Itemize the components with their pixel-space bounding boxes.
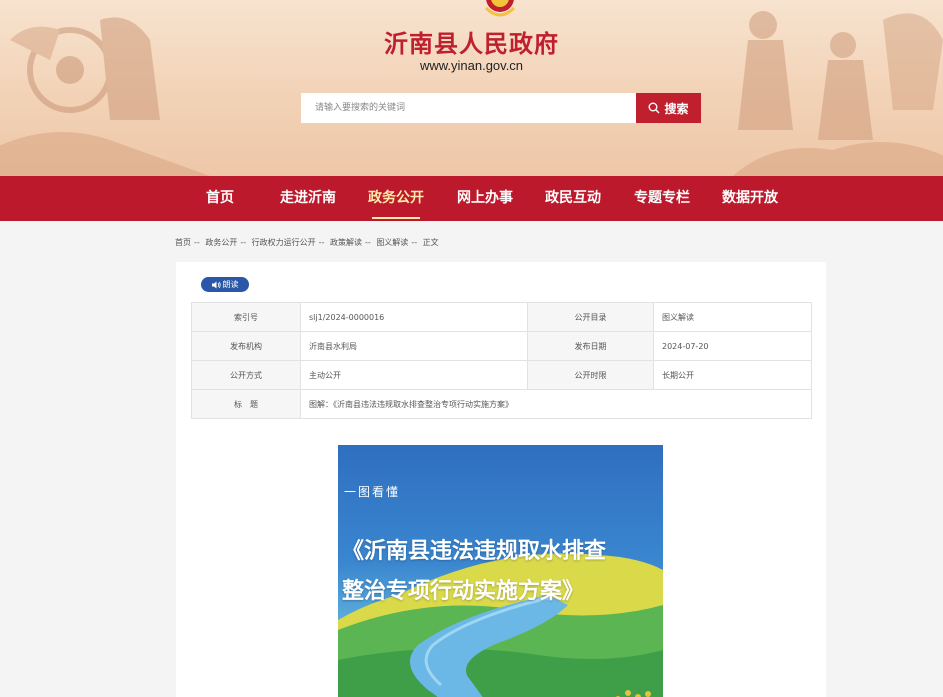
read-aloud-button[interactable]: 朗读 [201, 277, 249, 292]
table-row: 公开方式 主动公开 公开时限 长期公开 [191, 360, 812, 390]
site-title: 沂南县人民政府 [384, 29, 559, 58]
nav-item-topics[interactable]: 专题专栏 [622, 176, 702, 221]
breadcrumb-current: 正文 [422, 238, 439, 247]
breadcrumb-policy-interpretation[interactable]: 政策解读 [330, 238, 362, 247]
search-button[interactable]: 搜索 [636, 93, 701, 123]
title-value: 图解：《沂南县违法违规取水排查整治专项行动实施方案》 [300, 389, 812, 419]
breadcrumb: 首页 -- 政务公开 -- 行政权力运行公开 -- 政策解读 -- 图义解读 -- 正文 [175, 237, 442, 248]
table-row: 标 题 图解：《沂南县违法违规取水排查整治专项行动实施方案》 [191, 389, 812, 419]
breadcrumb-sep: -- [240, 238, 247, 247]
org-label: 发布机构 [191, 331, 301, 361]
index-label: 索引号 [191, 302, 301, 332]
breadcrumb-home[interactable]: 首页 [175, 238, 191, 247]
nav-item-open-data[interactable]: 数据开放 [710, 176, 790, 221]
national-emblem-icon [484, 0, 516, 17]
breadcrumb-sep: -- [194, 238, 200, 247]
breadcrumb-power-operation[interactable]: 行政权力运行公开 [252, 238, 316, 247]
search-button-label: 搜索 [664, 101, 689, 116]
catalog-value: 图义解读 [653, 302, 812, 332]
search-icon [648, 102, 660, 114]
table-row: 发布机构 沂南县水利局 发布日期 2024-07-20 [191, 331, 812, 361]
mode-label: 公开方式 [191, 360, 301, 390]
period-label: 公开时限 [527, 360, 654, 390]
org-value: 沂南县水利局 [300, 331, 528, 361]
poster-title-line1: 《沂南县违法违规取水排查 [342, 538, 607, 564]
breadcrumb-graphic-interpretation[interactable]: 图义解读 [376, 238, 408, 247]
poster-title-line2: 整治专项行动实施方案》 [342, 578, 585, 604]
nav-item-online-services[interactable]: 网上办事 [445, 176, 525, 221]
nav-item-gov-affairs[interactable]: 政务公开 [356, 176, 436, 221]
period-value: 长期公开 [653, 360, 812, 390]
header-banner: 沂南县人民政府 www.yinan.gov.cn 搜索 [0, 0, 943, 176]
index-value: slj1/2024-0000016 [300, 302, 528, 332]
breadcrumb-sep: -- [364, 238, 371, 247]
date-value: 2024-07-20 [653, 331, 812, 361]
poster-subtitle: 一图看懂 [344, 485, 401, 499]
nav-item-home[interactable]: 首页 [180, 176, 260, 221]
read-aloud-label: 朗读 [222, 280, 239, 289]
search-input[interactable] [301, 93, 636, 123]
breadcrumb-sep: -- [318, 238, 325, 247]
article-content: 朗读 索引号 slj1/2024-0000016 公开目录 图义解读 发布机构 … [176, 262, 826, 697]
table-row: 索引号 slj1/2024-0000016 公开目录 图义解读 [191, 302, 812, 332]
infographic-poster: 一图看懂 《沂南县违法违规取水排查 整治专项行动实施方案》 [338, 445, 663, 697]
speaker-icon [211, 281, 221, 288]
breadcrumb-gov-affairs[interactable]: 政务公开 [205, 238, 237, 247]
site-url: www.yinan.gov.cn [419, 58, 524, 73]
breadcrumb-sep: -- [411, 238, 418, 247]
catalog-label: 公开目录 [527, 302, 654, 332]
main-nav: 首页 走进沂南 政务公开 网上办事 政民互动 专题专栏 数据开放 [0, 176, 943, 221]
mode-value: 主动公开 [300, 360, 528, 390]
date-label: 发布日期 [527, 331, 654, 361]
nav-item-about[interactable]: 走进沂南 [268, 176, 348, 221]
nav-item-interaction[interactable]: 政民互动 [533, 176, 613, 221]
title-label: 标 题 [191, 389, 301, 419]
article-meta-table: 索引号 slj1/2024-0000016 公开目录 图义解读 发布机构 沂南县… [191, 302, 812, 419]
